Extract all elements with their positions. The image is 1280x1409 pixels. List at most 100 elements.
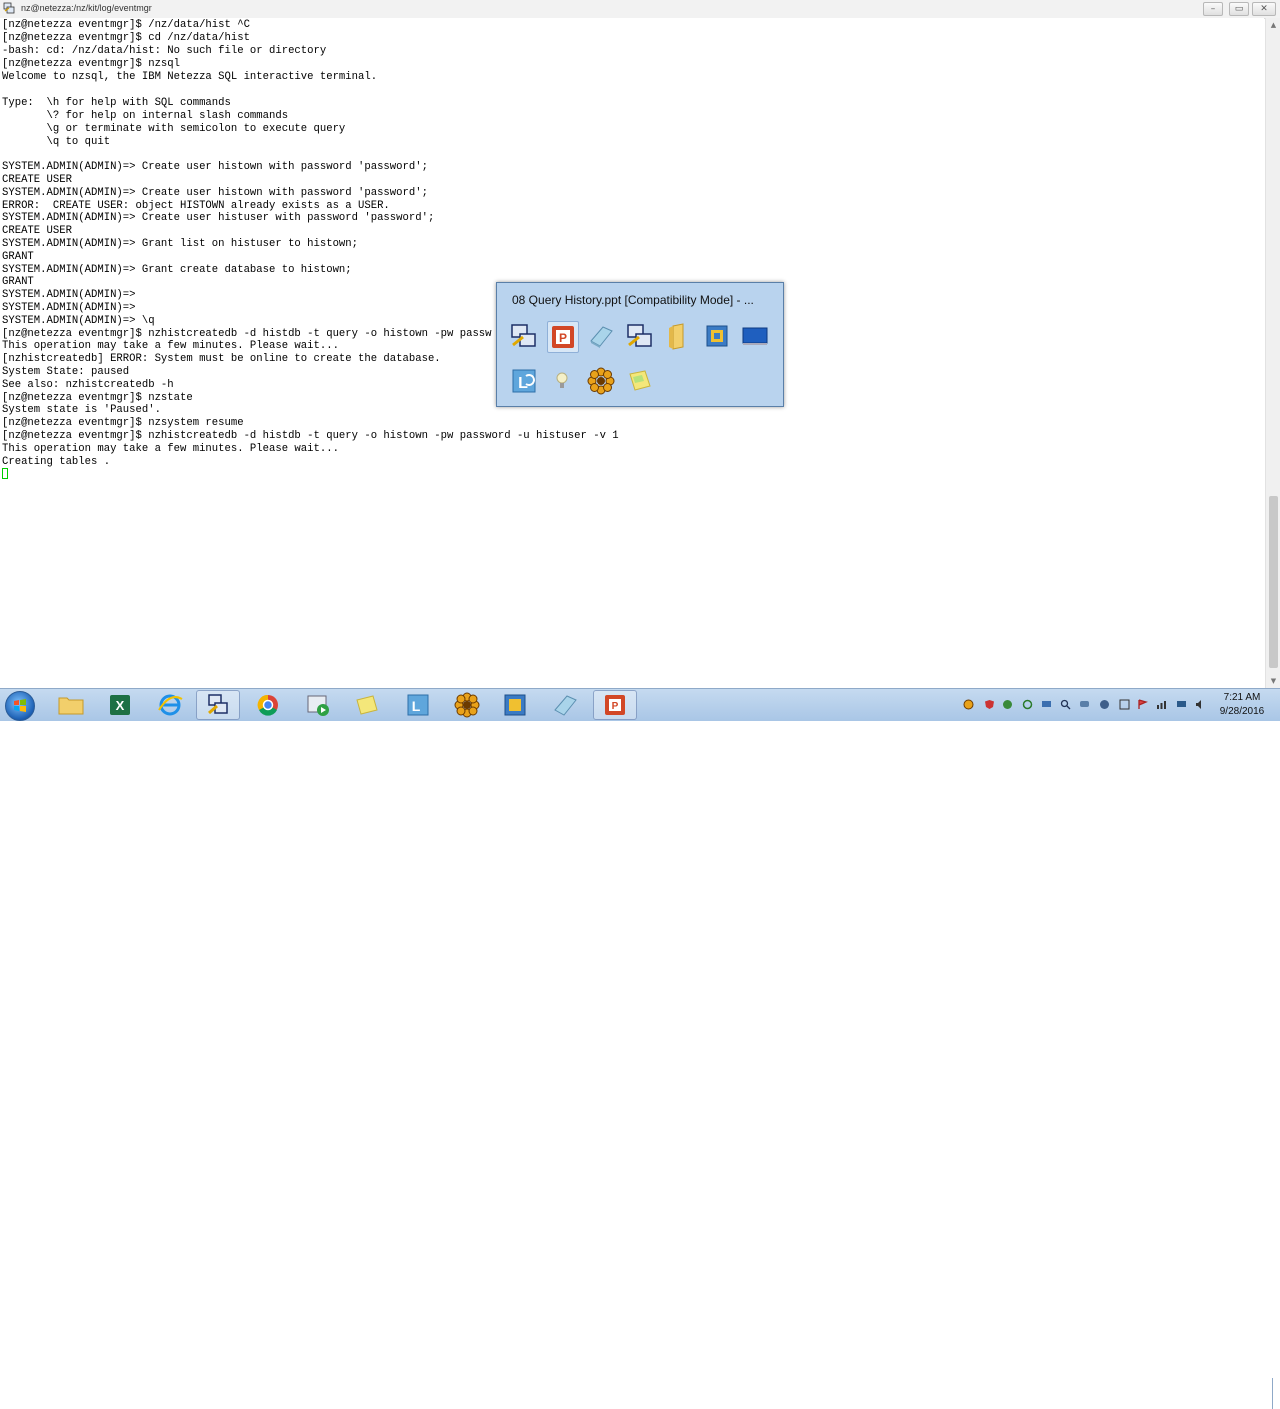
minimize-button[interactable]: – (1203, 2, 1223, 16)
tray-flag-icon[interactable] (1137, 699, 1148, 710)
putty-icon (208, 694, 228, 715)
windows-logo-icon (14, 699, 26, 712)
taskbar-excel-button[interactable]: X (98, 690, 142, 720)
folder-icon[interactable] (663, 321, 693, 351)
terminal-line: \? for help on internal slash commands (2, 110, 289, 122)
window-title: nz@netezza:/nz/kit/log/eventmgr (21, 3, 152, 13)
lync-icon: L (407, 694, 429, 716)
minimize-icon: – (1210, 4, 1216, 14)
terminal-line: System state is 'Paused'. (2, 404, 161, 416)
terminal-line: GRANT (2, 251, 34, 263)
close-button[interactable]: ✕ (1252, 2, 1276, 16)
tray-search-icon[interactable] (1060, 699, 1071, 710)
taskbar-ie-button[interactable] (148, 690, 192, 720)
terminal-line: ERROR: CREATE USER: object HISTOWN alrea… (2, 200, 390, 212)
window-titlebar[interactable]: nz@netezza:/nz/kit/log/eventmgr – ▭ ✕ (0, 0, 1280, 19)
terminal-line: [nz@netezza eventmgr]$ cd /nz/data/hist (2, 32, 250, 44)
virtualbox-icon (504, 694, 526, 716)
taskbar: X L P (0, 688, 1280, 1409)
terminal-line: [nzhistcreatedb] ERROR: System must be o… (2, 353, 441, 365)
terminal-line: Creating tables . (2, 456, 111, 468)
terminal-line: SYSTEM.ADMIN(ADMIN)=> (2, 289, 136, 301)
ie-icon (158, 694, 183, 716)
terminal-line: SYSTEM.ADMIN(ADMIN)=> Grant list on hist… (2, 238, 359, 250)
tray-network-status-icon[interactable] (1176, 699, 1187, 710)
excel-icon: X (110, 695, 130, 715)
terminal-line: SYSTEM.ADMIN(ADMIN)=> Create user histus… (2, 212, 435, 224)
taskbar-media-button[interactable] (296, 690, 340, 720)
flower-app-icon[interactable] (586, 366, 616, 396)
terminal-line: See also: nzhistcreatedb -h (2, 379, 174, 391)
lightbulb-icon[interactable] (547, 366, 577, 396)
svg-text:P: P (612, 701, 619, 712)
terminal-line: This operation may take a few minutes. P… (2, 443, 339, 455)
tray-app-icon[interactable] (1002, 699, 1013, 710)
taskbar-powerpoint-button[interactable]: P (593, 690, 637, 720)
terminal-line: [nz@netezza eventmgr]$ /nz/data/hist ^C (2, 19, 250, 31)
scrollbar-thumb[interactable] (1269, 496, 1278, 668)
powerpoint-icon: P (605, 695, 625, 715)
taskbar-lync-button[interactable]: L (396, 690, 440, 720)
vertical-scrollbar[interactable]: ▲ ▼ (1265, 18, 1280, 688)
svg-text:X: X (116, 698, 125, 713)
virtualbox-icon[interactable] (702, 321, 732, 351)
terminal-cursor (2, 468, 8, 479)
scroll-down-icon[interactable]: ▼ (1266, 674, 1280, 688)
taskbar-chrome-button[interactable] (246, 690, 290, 720)
maximize-icon: ▭ (1234, 4, 1244, 14)
scroll-up-icon[interactable]: ▲ (1266, 18, 1280, 32)
terminal-line: \g or terminate with semicolon to execut… (2, 123, 346, 135)
terminal-line: [nz@netezza eventmgr]$ nzhistcreatedb -d… (2, 430, 619, 442)
popup-title: 08 Query History.ppt [Compatibility Mode… (512, 293, 754, 307)
flower-app-icon (454, 692, 480, 718)
putty-icon[interactable] (625, 321, 655, 351)
shield-icon[interactable] (984, 699, 995, 710)
terminal-line: This operation may take a few minutes. P… (2, 340, 339, 352)
svg-text:L: L (412, 698, 421, 714)
eraser-app-icon (554, 695, 577, 716)
terminal-line: [nz@netezza eventmgr]$ nzhistcreatedb -d… (2, 328, 492, 340)
taskbar-explorer-button[interactable] (49, 690, 93, 720)
clock-time[interactable]: 7:21 AM (1218, 692, 1266, 703)
tray-sync-icon[interactable] (1022, 699, 1033, 710)
taskbar-flower-app-button[interactable] (445, 690, 489, 720)
start-button[interactable] (5, 691, 35, 721)
terminal-line: SYSTEM.ADMIN(ADMIN)=> (2, 302, 136, 314)
chrome-icon (257, 694, 278, 716)
volume-icon[interactable] (1195, 699, 1206, 710)
lync-icon[interactable]: L (509, 366, 539, 396)
terminal-line: System State: paused (2, 366, 130, 378)
media-icon (307, 695, 329, 716)
taskbar-thumbnail-popup[interactable]: 08 Query History.ppt [Compatibility Mode… (496, 282, 784, 407)
terminal-line: Welcome to nzsql, the IBM Netezza SQL in… (2, 71, 378, 83)
notes-icon[interactable] (625, 366, 655, 396)
terminal-line: CREATE USER (2, 174, 72, 186)
maximize-button[interactable]: ▭ (1229, 2, 1249, 16)
terminal-line: [nz@netezza eventmgr]$ nzsystem resume (2, 417, 244, 429)
taskbar-virtualbox-button[interactable] (493, 690, 537, 720)
terminal-line: [nz@netezza eventmgr]$ nzstate (2, 392, 193, 404)
taskbar-putty-button[interactable] (196, 690, 240, 720)
notes-icon (356, 695, 378, 715)
taskbar-eraser-app-button[interactable] (543, 690, 587, 720)
close-icon: ✕ (1260, 4, 1268, 14)
powerpoint-icon[interactable]: P (547, 321, 579, 353)
show-desktop-button[interactable] (1272, 1378, 1280, 1409)
tray-window-icon[interactable] (1119, 699, 1130, 710)
clock-date[interactable]: 9/28/2016 (1214, 706, 1270, 717)
tray-chat-icon[interactable] (1079, 699, 1090, 710)
tray-globe-icon[interactable] (1099, 699, 1110, 710)
folder-icon (58, 697, 84, 715)
terminal-line: [nz@netezza eventmgr]$ nzsql (2, 58, 181, 70)
tray-bars-icon[interactable] (1156, 699, 1167, 710)
tray-network-icon[interactable] (1041, 699, 1052, 710)
terminal-line: SYSTEM.ADMIN(ADMIN)=> Grant create datab… (2, 264, 352, 276)
putty-icon (3, 2, 15, 14)
putty-icon[interactable] (509, 321, 539, 351)
taskbar-notes-button[interactable] (345, 690, 389, 720)
terminal-line: \q to quit (2, 136, 111, 148)
terminal-line: Type: \h for help with SQL commands (2, 97, 231, 109)
tray-flower-icon[interactable] (963, 699, 974, 710)
eraser-app-icon[interactable] (586, 321, 616, 351)
monitor-icon[interactable] (740, 321, 770, 351)
